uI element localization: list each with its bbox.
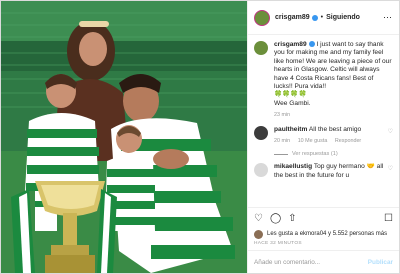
comment-like-heart-icon[interactable]: ♡ (388, 128, 393, 135)
bookmark-icon[interactable]: ☐ (384, 213, 393, 224)
likes-text[interactable]: Les gusta a ekmora04 y 5.552 personas má… (267, 231, 387, 237)
caption-time: 23 min (274, 112, 291, 119)
comment-username[interactable]: paultheitm (274, 126, 307, 133)
comment-likes[interactable]: 10 Me gusta (298, 138, 328, 144)
comment-body: mikaellustig Top guy hermano 🤝 all the b… (274, 163, 386, 180)
verified-badge-icon (311, 14, 318, 21)
comment-input[interactable] (254, 258, 368, 266)
caption-body: crisgam89 I just want to say thank you f… (274, 41, 393, 120)
action-bar: ♡ ◯ ⇧ ☐ (248, 207, 399, 228)
post-side-panel: crisgam89 • Siguiendo ⋯ crisgam89 I just… (247, 1, 399, 273)
caption-emoji: 🍀🍀🍀🍀 (274, 91, 307, 99)
commenter-avatar[interactable] (254, 125, 268, 140)
likes-summary[interactable]: Les gusta a ekmora04 y 5.552 personas má… (248, 228, 399, 240)
author-username[interactable]: crisgam89 (275, 14, 310, 21)
caption: crisgam89 I just want to say thank you f… (254, 41, 393, 120)
more-options-icon[interactable]: ⋯ (383, 12, 393, 23)
post-timestamp: HACE 32 MINUTOS (254, 241, 302, 246)
add-comment-bar: Publicar (248, 250, 399, 273)
caption-extra: Wee Gambi. (274, 99, 311, 107)
comment-username[interactable]: mikaellustig (274, 163, 312, 170)
following-button[interactable]: Siguiendo (326, 14, 360, 21)
comment-item: paultheitm All the best amigo 20 min 10 … (254, 125, 393, 146)
comment-icon[interactable]: ◯ (270, 213, 281, 224)
comment-text: All the best amigo (308, 125, 362, 133)
separator-dot: • (320, 14, 324, 21)
post-header: crisgam89 • Siguiendo ⋯ (248, 1, 399, 35)
caption-meta: 23 min (274, 111, 393, 119)
post-photo[interactable] (1, 1, 247, 273)
family-trophy-photo (1, 1, 247, 273)
caption-avatar[interactable] (254, 41, 268, 55)
author-avatar[interactable] (254, 9, 270, 26)
caption-text: I just want to say thank you for making … (274, 41, 392, 91)
commenter-avatar[interactable] (254, 163, 268, 178)
comment-body: paultheitm All the best amigo 20 min 10 … (274, 126, 386, 146)
comment-item: mikaellustig Top guy hermano 🤝 all the b… (254, 163, 393, 180)
replies-divider (274, 153, 288, 155)
publish-button[interactable]: Publicar (368, 259, 393, 266)
view-replies-label[interactable]: Ver respuestas (1) (292, 151, 338, 157)
liker-avatar (254, 229, 263, 239)
comment-like-heart-icon[interactable]: ♡ (388, 165, 393, 172)
reply-button[interactable]: Responder (335, 138, 361, 144)
instagram-post: crisgam89 • Siguiendo ⋯ crisgam89 I just… (0, 0, 400, 274)
comment-meta: 20 min 10 Me gusta Responder (274, 137, 386, 145)
caption-username[interactable]: crisgam89 (274, 41, 307, 48)
comments-section[interactable]: crisgam89 I just want to say thank you f… (248, 35, 399, 207)
comment-time: 20 min (274, 138, 291, 145)
share-icon[interactable]: ⇧ (288, 213, 296, 224)
view-replies-button[interactable]: Ver respuestas (1) (274, 151, 393, 157)
heart-icon[interactable]: ♡ (254, 213, 263, 224)
verified-badge-icon (308, 41, 315, 48)
